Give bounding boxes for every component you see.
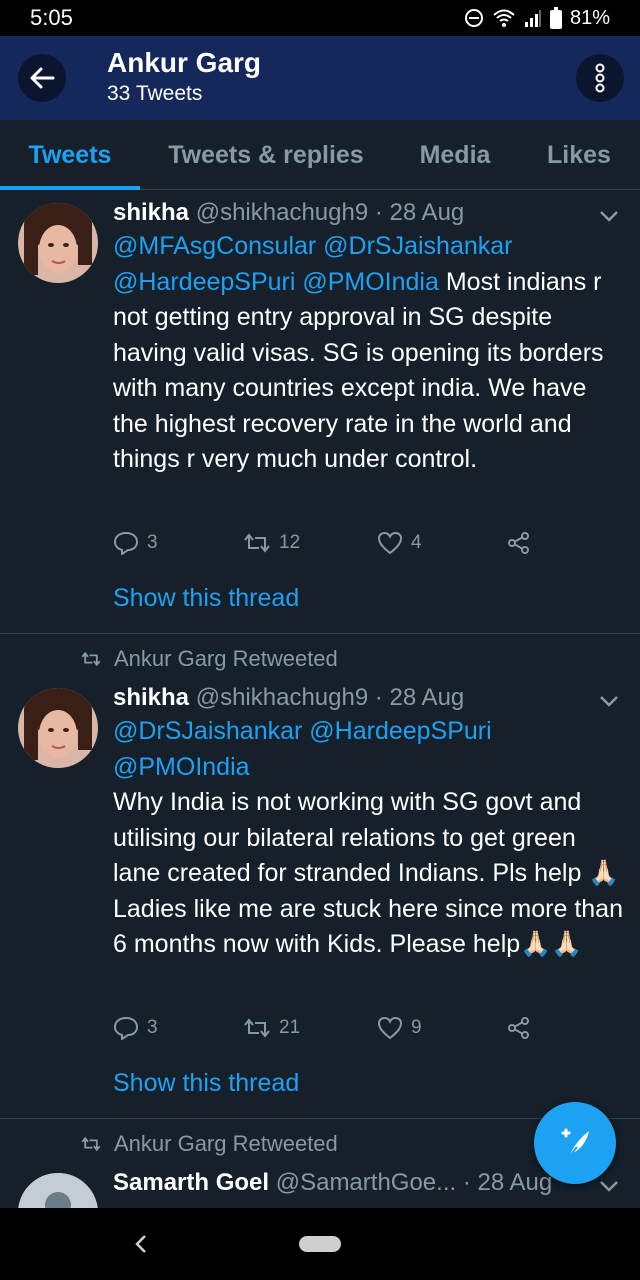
reply-button[interactable]: 3 [113, 531, 243, 555]
do-not-disturb-icon [464, 9, 483, 27]
handle: @shikhachugh9 [195, 199, 369, 226]
heart-icon [377, 1016, 403, 1040]
display-name[interactable]: shikha [113, 684, 189, 711]
system-nav-bar [0, 1208, 640, 1280]
tab-tweets-and-replies[interactable]: Tweets & replies [140, 120, 392, 190]
tweet-date: · 28 Aug [374, 199, 465, 226]
battery-percent: 81% [569, 6, 610, 29]
tweet-body-text: Most indians r not getting entry approva… [113, 267, 604, 474]
share-icon [508, 532, 529, 554]
tab-media[interactable]: Media [392, 120, 518, 190]
tweet-text: @DrSJaishankar @HardeepSPuri @PMOIndia Wh… [113, 714, 624, 963]
retweet-icon [81, 1136, 101, 1152]
reply-icon [113, 1016, 139, 1040]
battery-icon [549, 7, 562, 29]
more-vertical-icon [595, 63, 605, 93]
wifi-icon [493, 9, 515, 27]
reply-icon [113, 531, 139, 555]
retweet-icon [81, 651, 101, 667]
like-count: 9 [411, 1017, 422, 1038]
back-button[interactable] [18, 54, 66, 102]
status-bar: 5:05 81% [0, 0, 640, 36]
tweet-date: · 28 Aug [374, 684, 465, 711]
heart-icon [377, 531, 403, 555]
tweet-header: shikha @shikhachugh9 · 28 Aug [113, 197, 624, 229]
mentions[interactable]: @DrSJaishankar @HardeepSPuri @PMOIndia [113, 717, 492, 781]
share-button[interactable] [507, 1016, 531, 1040]
retweet-button[interactable]: 12 [243, 532, 377, 554]
profile-name: Ankur Garg [107, 47, 262, 78]
nav-back-icon[interactable] [130, 1232, 152, 1256]
handle: @SamarthGoe... [275, 1169, 457, 1196]
reply-button[interactable]: 3 [113, 1016, 243, 1040]
tweet-item[interactable]: Ankur Garg Retweeted shikha @shikhachugh… [0, 634, 640, 1119]
retweet-icon [244, 533, 270, 553]
compose-tweet-button[interactable] [534, 1102, 616, 1184]
like-button[interactable]: 9 [377, 1016, 507, 1040]
retweet-count: 12 [279, 532, 301, 553]
tweet-body-text: Why India is not working with SG govt an… [113, 788, 623, 958]
retweeted-by-text: Ankur Garg Retweeted [114, 646, 338, 671]
display-name[interactable]: shikha [113, 199, 189, 226]
retweeted-by-text: Ankur Garg Retweeted [114, 1131, 338, 1156]
header-titles: Ankur Garg 33 Tweets [107, 46, 261, 108]
reply-count: 3 [147, 532, 158, 553]
retweeted-by: Ankur Garg Retweeted [80, 1131, 338, 1157]
tweet-date: · 28 Aug [462, 1169, 553, 1196]
avatar[interactable] [18, 1173, 98, 1208]
profile-header: Ankur Garg 33 Tweets [0, 36, 640, 120]
tweet-text: @MFAsgConsular @DrSJaishankar @HardeepSP… [113, 229, 624, 478]
arrow-left-icon [30, 67, 55, 89]
tweet-content: shikha @shikhachugh9 · 28 Aug @MFAsgCons… [113, 197, 624, 478]
retweeted-by: Ankur Garg Retweeted [80, 646, 338, 672]
tweet-actions: 3 12 4 [113, 531, 531, 555]
retweet-button[interactable]: 21 [243, 1017, 377, 1039]
share-icon [508, 1017, 529, 1039]
tweet-content: shikha @shikhachugh9 · 28 Aug @DrSJaisha… [113, 682, 624, 963]
avatar[interactable] [18, 203, 98, 283]
share-button[interactable] [507, 531, 531, 555]
compose-feather-icon [561, 1128, 589, 1158]
more-options-button[interactable] [576, 54, 624, 102]
retweet-icon [244, 1018, 270, 1038]
home-pill[interactable] [299, 1236, 341, 1252]
like-count: 4 [411, 532, 422, 553]
retweet-count: 21 [279, 1017, 301, 1038]
status-time: 5:05 [30, 5, 73, 30]
status-icons: 81% [464, 7, 610, 30]
handle: @shikhachugh9 [195, 684, 369, 711]
tweet-header: shikha @shikhachugh9 · 28 Aug [113, 682, 624, 714]
tab-tweets[interactable]: Tweets [0, 120, 140, 190]
tweet-actions: 3 21 9 [113, 1016, 531, 1040]
like-button[interactable]: 4 [377, 531, 507, 555]
profile-tabs: Tweets Tweets & replies Media Likes [0, 120, 640, 190]
reply-count: 3 [147, 1017, 158, 1038]
show-thread-link[interactable]: Show this thread [113, 1069, 299, 1098]
tab-likes[interactable]: Likes [518, 120, 640, 190]
tweet-count: 33 Tweets [107, 82, 203, 105]
signal-icon [524, 10, 541, 27]
tweet-item[interactable]: shikha @shikhachugh9 · 28 Aug @MFAsgCons… [0, 191, 640, 634]
avatar[interactable] [18, 688, 98, 768]
display-name[interactable]: Samarth Goel [113, 1169, 269, 1196]
show-thread-link[interactable]: Show this thread [113, 584, 299, 613]
